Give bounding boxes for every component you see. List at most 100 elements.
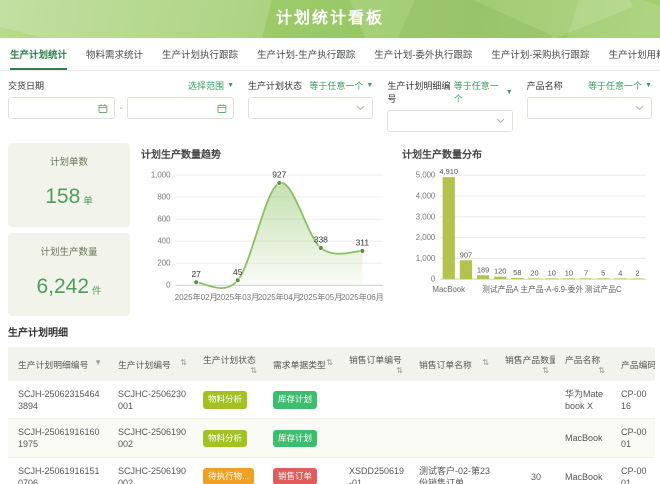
sort-icon[interactable]: ⇅ [482, 358, 489, 367]
svg-text:2025年03月: 2025年03月 [216, 292, 259, 302]
svg-text:主产品-A-6.9-委外: 主产品-A-6.9-委外 [520, 284, 583, 294]
plan-status-select[interactable] [248, 97, 373, 119]
column-header-detail_no[interactable]: 生产计划明细编号▼ [8, 347, 108, 381]
bar-chart: 01,0002,0003,0004,0005,0004,910MacBook90… [399, 162, 652, 312]
column-header-plan_no[interactable]: 生产计划编号⇅ [108, 347, 193, 381]
calendar-icon[interactable] [98, 103, 108, 114]
table-row[interactable]: SCJH-250619161601975SCJHC-2506190002物料分析… [8, 419, 655, 457]
sort-icon[interactable]: ⇅ [326, 358, 333, 367]
cell-product: 华为Matebook X [555, 381, 611, 419]
tab-3[interactable]: 生产计划-生产执行跟踪 [257, 38, 355, 70]
sort-icon[interactable]: ⇅ [250, 366, 257, 375]
kpi-column: 计划单数 158 单 计划生产数量 6,242 件 [8, 143, 130, 316]
svg-text:58: 58 [513, 268, 521, 277]
cell-demand_type: 库存计划 [263, 419, 339, 457]
filter-plan-status: 生产计划状态 等于任意一个 ▼ [248, 79, 373, 132]
cell-detail_no: SCJH-250623154643894 [8, 381, 108, 419]
calendar-icon[interactable] [217, 103, 227, 114]
column-header-so_name[interactable]: 销售订单名称⇅ [409, 347, 495, 381]
svg-text:800: 800 [157, 192, 171, 201]
product-name-select[interactable] [527, 97, 652, 119]
tab-6[interactable]: 生产计划用料统计 [609, 38, 660, 70]
column-header-status[interactable]: 生产计划状态⇅ [193, 347, 263, 381]
date-start-input[interactable] [15, 98, 98, 118]
svg-text:MacBook: MacBook [432, 285, 465, 294]
filter-label: 生产计划明细编号 [387, 79, 453, 105]
column-header-code[interactable]: 产品编码 [611, 347, 655, 381]
tab-0[interactable]: 生产计划统计 [10, 38, 67, 70]
svg-text:0: 0 [431, 275, 436, 284]
date-start-field[interactable] [8, 97, 115, 119]
kpi-title: 计划生产数量 [40, 244, 97, 258]
svg-text:1,000: 1,000 [151, 170, 171, 179]
date-end-input[interactable] [134, 98, 217, 118]
line-chart-panel: 计划生产数量趋势 02004006008001,000272025年02月452… [138, 143, 391, 316]
svg-text:测试产品C: 测试产品C [585, 284, 622, 294]
svg-text:600: 600 [157, 215, 171, 224]
svg-text:5,000: 5,000 [416, 171, 436, 180]
column-header-demand_type[interactable]: 需求单据类型⇅ [263, 347, 339, 381]
svg-text:200: 200 [157, 259, 171, 268]
sort-icon[interactable]: ⇅ [180, 358, 187, 367]
svg-text:测试产品A: 测试产品A [482, 284, 519, 294]
page-title: 计划统计看板 [0, 0, 660, 38]
svg-text:311: 311 [356, 238, 370, 248]
svg-text:3,000: 3,000 [416, 212, 436, 221]
tab-5[interactable]: 生产计划-采购执行跟踪 [491, 38, 589, 70]
filter-label: 交货日期 [8, 79, 44, 92]
caret-down-icon: ▼ [366, 82, 373, 89]
filter-op-label: 等于任意一个 [454, 79, 503, 105]
svg-text:907: 907 [460, 250, 472, 259]
cell-code: CP-0016 [611, 381, 655, 419]
sort-icon[interactable]: ⇅ [598, 366, 605, 375]
table-row[interactable]: SCJH-250619161510706SCJHC-2506190002待执行物… [8, 457, 655, 484]
cell-qty: 30 [495, 457, 555, 484]
tab-1[interactable]: 物料需求统计 [86, 38, 143, 70]
cell-so_name [409, 419, 495, 457]
kpi-card-plan-qty: 计划生产数量 6,242 件 [8, 233, 130, 317]
svg-text:2025年05月: 2025年05月 [299, 292, 342, 302]
sort-desc-icon[interactable]: ▼ [94, 358, 102, 367]
svg-text:20: 20 [530, 268, 538, 277]
column-header-so_no[interactable]: 销售订单编号⇅ [339, 347, 409, 381]
cell-qty [495, 419, 555, 457]
column-header-product[interactable]: 产品名称⇅ [555, 347, 611, 381]
date-range-mode-button[interactable]: 选择范围 ▼ [188, 79, 234, 92]
table-row[interactable]: SCJH-250623154643894SCJHC-2506230001物料分析… [8, 381, 655, 419]
svg-text:10: 10 [548, 268, 556, 277]
filter-op-button[interactable]: 等于任意一个 ▼ [454, 79, 513, 105]
column-header-qty[interactable]: 销售产品数量⇅ [495, 347, 555, 381]
svg-text:189: 189 [477, 265, 489, 274]
svg-text:0: 0 [166, 281, 171, 290]
chart-title: 计划生产数量分布 [399, 143, 652, 162]
kpi-card-plan-count: 计划单数 158 单 [8, 143, 130, 227]
filter-op-label: 等于任意一个 [309, 79, 363, 92]
svg-text:7: 7 [584, 268, 588, 277]
page-header: 计划统计看板 [0, 0, 660, 38]
chart-title: 计划生产数量趋势 [138, 143, 391, 162]
sort-icon[interactable]: ⇅ [396, 366, 403, 375]
svg-text:2: 2 [635, 268, 639, 277]
svg-text:4,000: 4,000 [416, 191, 436, 200]
svg-text:2025年02月: 2025年02月 [175, 292, 218, 302]
filter-op-button[interactable]: 等于任意一个 ▼ [588, 79, 652, 92]
svg-text:2,000: 2,000 [416, 233, 436, 242]
caret-down-icon: ▼ [645, 82, 652, 89]
sort-icon[interactable]: ⇅ [542, 366, 549, 375]
status-badge: 待执行物... [203, 468, 254, 484]
caret-down-icon: ▼ [506, 89, 513, 96]
date-end-field[interactable] [127, 97, 234, 119]
filter-op-label: 选择范围 [188, 79, 224, 92]
tab-2[interactable]: 生产计划执行跟踪 [162, 38, 238, 70]
tab-4[interactable]: 生产计划-委外执行跟踪 [374, 38, 472, 70]
plan-detail-no-select[interactable] [387, 110, 512, 132]
cell-code: CP-0001 [611, 457, 655, 484]
svg-text:5: 5 [601, 268, 605, 277]
line-chart: 02004006008001,000272025年02月452025年03月92… [138, 162, 391, 312]
filter-op-button[interactable]: 等于任意一个 ▼ [309, 79, 373, 92]
kpi-title: 计划单数 [50, 154, 88, 168]
cell-plan_no: SCJHC-2506190002 [108, 419, 193, 457]
cell-status: 物料分析 [193, 419, 263, 457]
cell-so_no: XSDD250619-01 [339, 457, 409, 484]
plan-detail-table: 生产计划明细编号▼生产计划编号⇅生产计划状态⇅需求单据类型⇅销售订单编号⇅销售订… [8, 347, 655, 484]
